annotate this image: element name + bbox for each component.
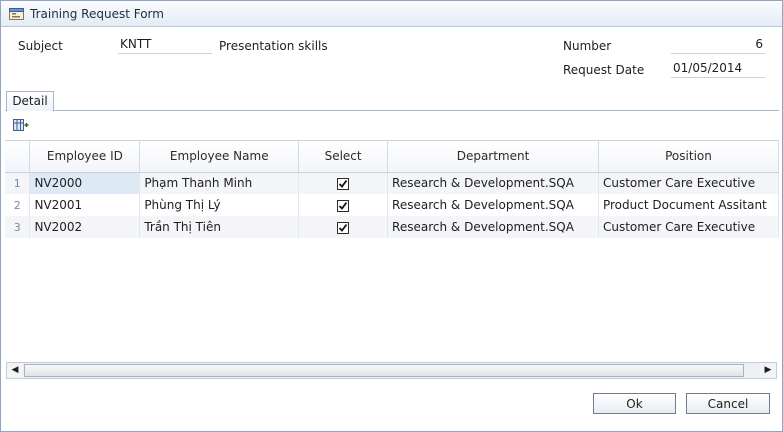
subject-code-field[interactable]: KNTT [118, 37, 212, 54]
dialog-footer: Ok Cancel [1, 380, 782, 431]
employee-id-cell[interactable]: NV2002 [29, 216, 141, 238]
employee-grid: Employee ID Employee Name Select Departm… [5, 140, 779, 362]
title-bar[interactable]: Training Request Form [1, 1, 782, 27]
employee-id-cell[interactable]: NV2001 [29, 194, 141, 216]
table-row[interactable]: 3 NV2002 Trần Thị Tiên Research & Develo… [5, 216, 779, 238]
employee-name-cell[interactable]: Trần Thị Tiên [139, 216, 300, 238]
column-header-select[interactable]: Select [298, 141, 389, 173]
column-header-department[interactable]: Department [387, 141, 599, 173]
tab-detail[interactable]: Detail [6, 91, 54, 112]
position-cell[interactable]: Customer Care Executive [598, 216, 779, 238]
window-title: Training Request Form [30, 7, 164, 21]
department-cell[interactable]: Research & Development.SQA [387, 194, 599, 216]
select-checkbox[interactable] [337, 177, 350, 190]
subject-label: Subject [18, 39, 63, 53]
department-cell[interactable]: Research & Development.SQA [387, 216, 599, 238]
cancel-button[interactable]: Cancel [686, 393, 770, 414]
select-checkbox[interactable] [337, 221, 350, 234]
position-cell[interactable]: Product Document Assitant [598, 194, 779, 216]
select-cell [298, 194, 389, 216]
select-cell [298, 172, 389, 194]
row-number: 2 [5, 194, 31, 216]
tab-strip: Detail [5, 90, 779, 112]
employee-id-cell[interactable]: NV2000 [29, 172, 141, 194]
grid-header-row: Employee ID Employee Name Select Departm… [5, 141, 779, 173]
table-row[interactable]: 2 NV2001 Phùng Thị Lý Research & Develop… [5, 194, 779, 216]
number-label: Number [563, 39, 612, 53]
column-header-employee-name[interactable]: Employee Name [139, 141, 300, 173]
column-header-position[interactable]: Position [598, 141, 779, 173]
arrow-right-icon[interactable]: ▶ [760, 363, 776, 378]
request-date-field[interactable]: 01/05/2014 [671, 61, 765, 78]
request-date-label: Request Date [563, 63, 645, 77]
arrow-left-icon[interactable]: ◀ [7, 363, 23, 378]
employee-name-cell[interactable]: Phùng Thị Lý [139, 194, 300, 216]
grid-toolbar [5, 112, 779, 140]
table-row[interactable]: 1 NV2000 Phạm Thanh Minh Research & Deve… [5, 172, 779, 194]
horizontal-scrollbar[interactable]: ◀ ▶ [6, 362, 777, 379]
form-header: Subject KNTT Presentation skills Number … [1, 28, 782, 90]
employee-name-cell[interactable]: Phạm Thanh Minh [139, 172, 300, 194]
position-cell[interactable]: Customer Care Executive [598, 172, 779, 194]
row-number-header [5, 141, 31, 173]
department-cell[interactable]: Research & Development.SQA [387, 172, 599, 194]
subject-name-text: Presentation skills [219, 39, 328, 53]
form-icon [9, 7, 25, 21]
row-number: 1 [5, 172, 31, 194]
ok-button[interactable]: Ok [593, 393, 676, 414]
scrollbar-thumb[interactable] [24, 364, 744, 377]
select-cell [298, 216, 389, 238]
column-header-employee-id[interactable]: Employee ID [29, 141, 141, 173]
training-request-window: Training Request Form Subject KNTT Prese… [0, 0, 783, 432]
number-field[interactable]: 6 [671, 37, 765, 54]
row-number: 3 [5, 216, 31, 238]
select-checkbox[interactable] [337, 199, 350, 212]
column-chooser-icon[interactable] [13, 118, 29, 132]
